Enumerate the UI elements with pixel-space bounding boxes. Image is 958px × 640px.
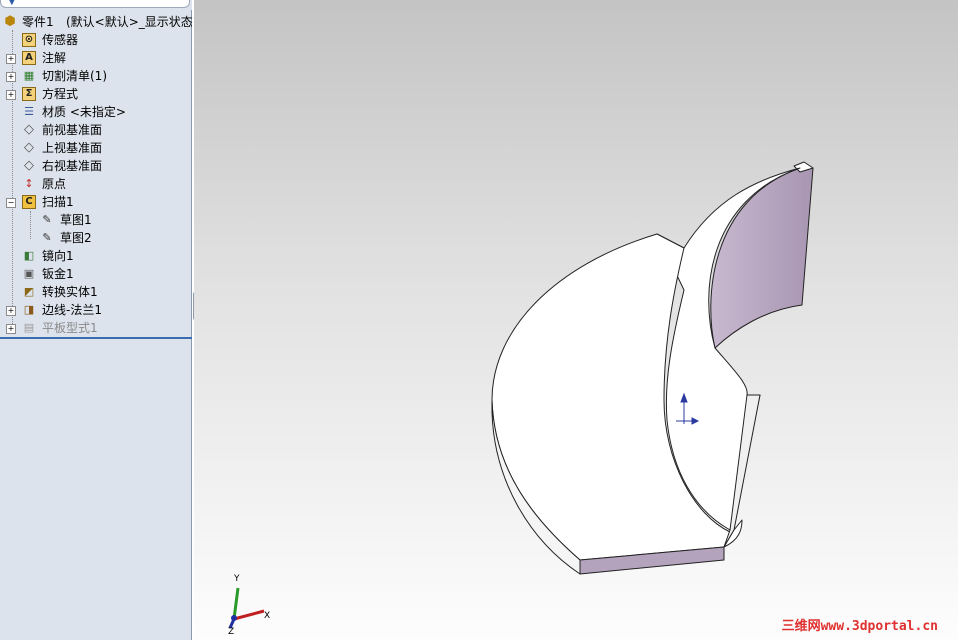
tree-item-label: 扫描1 xyxy=(42,195,74,209)
tree-item-mirror[interactable]: ◧ 镜向1 xyxy=(0,247,192,265)
material-icon: ☰ xyxy=(24,105,34,118)
sheet-metal-part[interactable] xyxy=(491,161,814,575)
tree-item-edge-flange[interactable]: + ◨ 边线-法兰1 xyxy=(0,301,192,319)
filter-bar: ▼ xyxy=(0,0,192,10)
collapse-icon[interactable]: − xyxy=(6,198,16,208)
site-watermark: 三维网www.3dportal.cn xyxy=(782,615,938,634)
tree-item-origin[interactable]: ↕ 原点 xyxy=(0,175,192,193)
expand-icon[interactable]: + xyxy=(6,306,16,316)
tree-item-label: 草图2 xyxy=(60,231,92,245)
tree-item-sheet-metal[interactable]: ▣ 钣金1 xyxy=(0,265,192,283)
sheet-metal-icon: ▣ xyxy=(23,267,35,280)
tree-item-label: 注解 xyxy=(42,51,67,65)
tree-item-sensor[interactable]: ⊙ 传感器 xyxy=(0,31,192,49)
equation-icon: Σ xyxy=(22,87,36,101)
part-config: (默认<默认>_显示状态 xyxy=(66,15,193,29)
feature-manager-tree: ▼ ⬢ 零件1 (默认<默认>_显示状态 ⊙ 传感器 + A 注解 + ▦ 切割… xyxy=(0,0,193,640)
flange-inner-face xyxy=(710,167,814,349)
sensor-icon: ⊙ xyxy=(22,33,36,47)
tree-item-label: 切割清单(1) xyxy=(42,69,107,83)
tree-item-label: 方程式 xyxy=(42,87,79,101)
sketch-icon: ✎ xyxy=(42,213,52,226)
tree-item-equations[interactable]: + Σ 方程式 xyxy=(0,85,192,103)
filter-icon[interactable]: ▼ xyxy=(8,0,16,8)
sketch-icon: ✎ xyxy=(42,231,52,244)
annotation-icon: A xyxy=(22,51,36,65)
tree-item-sketch1[interactable]: ✎ 草图1 xyxy=(0,211,192,229)
edge-flange-icon: ◨ xyxy=(23,303,35,316)
graphics-viewport[interactable]: Y X Z xyxy=(194,0,958,640)
plane-icon: ◇ xyxy=(24,158,34,173)
origin-icon: ↕ xyxy=(24,177,34,190)
expand-icon[interactable]: + xyxy=(6,324,16,334)
expand-icon[interactable]: + xyxy=(6,72,16,82)
tree-item-sketch2[interactable]: ✎ 草图2 xyxy=(0,229,192,247)
flat-pattern-icon: ▤ xyxy=(23,321,35,334)
tree-item-label: 上视基准面 xyxy=(42,141,103,155)
plane-icon: ◇ xyxy=(24,122,34,137)
mirror-icon: ◧ xyxy=(23,249,35,262)
tree-item-label: 钣金1 xyxy=(42,267,74,281)
model-canvas xyxy=(228,161,814,629)
tree-item-label: 镜向1 xyxy=(42,249,74,263)
rollback-bar[interactable] xyxy=(0,337,192,339)
sweep-icon: C xyxy=(22,195,36,209)
tree-item-label: 平板型式1 xyxy=(42,321,98,335)
plane-icon: ◇ xyxy=(24,140,34,155)
part-icon: ⬢ xyxy=(4,14,16,29)
axis-label-x: X xyxy=(264,611,271,621)
convert-solid-icon: ◩ xyxy=(23,285,35,298)
watermark-cn: 三维网 xyxy=(781,619,821,634)
tree-item-label: 前视基准面 xyxy=(42,123,103,137)
tree-item-label: 传感器 xyxy=(42,33,79,47)
filter-input[interactable] xyxy=(0,0,190,8)
tree-item-label: 边线-法兰1 xyxy=(42,303,102,317)
part-name: 零件1 xyxy=(22,15,54,29)
tree-item-convert-solid[interactable]: ◩ 转换实体1 xyxy=(0,283,192,301)
tree-item-front-plane[interactable]: ◇ 前视基准面 xyxy=(0,121,192,139)
expand-icon[interactable]: + xyxy=(6,90,16,100)
cut-list-icon: ▦ xyxy=(23,69,35,82)
tree-item-label: 转换实体1 xyxy=(42,285,98,299)
tree-item-material[interactable]: ☰ 材质 <未指定> xyxy=(0,103,192,121)
axis-label-z: Z xyxy=(228,627,235,637)
watermark-url: www.3dportal.cn xyxy=(820,619,938,634)
tree-item-cut-list[interactable]: + ▦ 切割清单(1) xyxy=(0,67,192,85)
tree-item-label: 材质 <未指定> xyxy=(42,105,126,119)
axis-triad xyxy=(228,587,265,629)
tree-item-label: 原点 xyxy=(42,177,67,191)
tree-item-sweep[interactable]: − C 扫描1 xyxy=(0,193,192,211)
tree-item-flat-pattern[interactable]: + ▤ 平板型式1 xyxy=(0,319,192,337)
axis-label-y: Y xyxy=(234,574,240,584)
tree-item-label: 草图1 xyxy=(60,213,92,227)
expand-icon[interactable]: + xyxy=(6,54,16,64)
tree-item-label: 右视基准面 xyxy=(42,159,103,173)
tree-item-right-plane[interactable]: ◇ 右视基准面 xyxy=(0,157,192,175)
tree-root-part[interactable]: ⬢ 零件1 (默认<默认>_显示状态 xyxy=(0,13,192,31)
tree-item-top-plane[interactable]: ◇ 上视基准面 xyxy=(0,139,192,157)
tree-item-annotation[interactable]: + A 注解 xyxy=(0,49,192,67)
